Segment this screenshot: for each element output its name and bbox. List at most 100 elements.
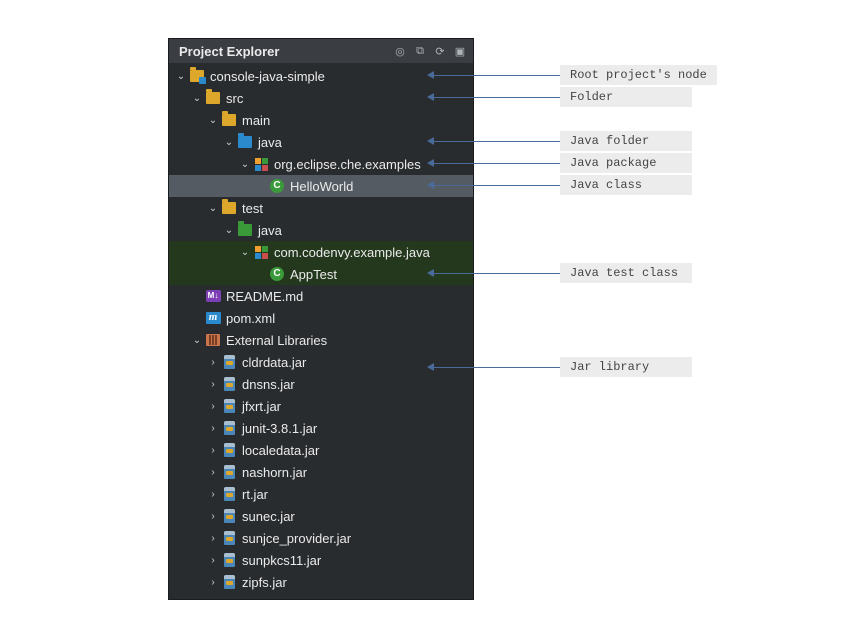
jar-icon (221, 376, 237, 392)
chevron-down-icon[interactable]: ⌄ (239, 159, 251, 170)
annotation-arrow-icon (427, 181, 434, 189)
tree-node-jar[interactable]: › junit-3.8.1.jar (169, 417, 473, 439)
annotation-label: Jar library (560, 357, 692, 377)
annotation-line (433, 163, 560, 164)
chevron-down-icon[interactable]: ⌄ (191, 335, 203, 346)
chevron-right-icon[interactable]: › (207, 401, 219, 412)
chevron-down-icon[interactable]: ⌄ (223, 137, 235, 148)
chevron-right-icon[interactable]: › (207, 379, 219, 390)
tree-label: README.md (226, 289, 303, 304)
tree-node-jar[interactable]: ›sunjce_provider.jar (169, 527, 473, 549)
annotation-arrow-icon (427, 71, 434, 79)
tree-node-pom[interactable]: m pom.xml (169, 307, 473, 329)
maven-icon: m (205, 310, 221, 326)
panel-title: Project Explorer (179, 44, 393, 59)
chevron-down-icon[interactable]: ⌄ (191, 93, 203, 104)
collapse-all-icon[interactable]: ⧉ (413, 44, 427, 58)
jar-icon (221, 442, 237, 458)
chevron-down-icon[interactable]: ⌄ (207, 115, 219, 126)
tree-label: test (242, 201, 263, 216)
jar-icon (221, 574, 237, 590)
annotation-line (433, 367, 560, 368)
chevron-right-icon[interactable]: › (207, 357, 219, 368)
package-icon (253, 156, 269, 172)
tree-node-jar[interactable]: › rt.jar (169, 483, 473, 505)
test-folder-icon (237, 222, 253, 238)
tree-node-external-libraries[interactable]: ⌄ External Libraries (169, 329, 473, 351)
tree-label: pom.xml (226, 311, 275, 326)
tree-label: cldrdata.jar (242, 355, 306, 370)
tree-label: jfxrt.jar (242, 399, 281, 414)
tree-label: rt.jar (242, 487, 268, 502)
tree-node-jar[interactable]: ›zipfs.jar (169, 571, 473, 593)
folder-icon (221, 112, 237, 128)
panel-header: Project Explorer ◎ ⧉ ⟳ ▣ (169, 39, 473, 63)
chevron-down-icon[interactable]: ⌄ (175, 71, 187, 82)
chevron-right-icon[interactable]: › (207, 489, 219, 500)
class-icon: C (269, 266, 285, 282)
chevron-down-icon[interactable]: ⌄ (223, 225, 235, 236)
annotation-arrow-icon (427, 269, 434, 277)
project-explorer-panel: Project Explorer ◎ ⧉ ⟳ ▣ ⌄ console-java-… (168, 38, 474, 600)
chevron-right-icon[interactable]: › (207, 423, 219, 434)
tree-node-jar[interactable]: › jfxrt.jar (169, 395, 473, 417)
tree-label: dnsns.jar (242, 377, 295, 392)
annotation-arrow-icon (427, 363, 434, 371)
tree-label: External Libraries (226, 333, 327, 348)
tree-label: sunec.jar (242, 509, 295, 524)
jar-icon (221, 398, 237, 414)
annotation-label: Java package (560, 153, 692, 173)
tree-node-main[interactable]: ⌄ main (169, 109, 473, 131)
project-folder-icon (189, 68, 205, 84)
maximize-icon[interactable]: ▣ (453, 44, 467, 58)
chevron-right-icon[interactable]: › (207, 467, 219, 478)
tree-label: console-java-simple (210, 69, 325, 84)
tree-label: junit-3.8.1.jar (242, 421, 317, 436)
tree-node-test-package[interactable]: ⌄ com.codenvy.example.java (169, 241, 473, 263)
tree-label: sunpkcs11.jar (242, 553, 321, 568)
java-folder-icon (237, 134, 253, 150)
tree-node-jar[interactable]: › sunec.jar (169, 505, 473, 527)
annotation-label: Folder (560, 87, 692, 107)
annotation-arrow-icon (427, 159, 434, 167)
annotation-label: Java class (560, 175, 692, 195)
annotation-line (433, 185, 560, 186)
folder-icon (221, 200, 237, 216)
tree-label: main (242, 113, 270, 128)
link-with-editor-icon[interactable]: ◎ (393, 44, 407, 58)
annotation-label: Java folder (560, 131, 692, 151)
chevron-down-icon[interactable]: ⌄ (207, 203, 219, 214)
annotation-arrow-icon (427, 137, 434, 145)
chevron-right-icon[interactable]: › (207, 511, 219, 522)
chevron-down-icon[interactable]: ⌄ (239, 247, 251, 258)
header-toolbar: ◎ ⧉ ⟳ ▣ (393, 44, 467, 58)
tree-node-jar[interactable]: › sunpkcs11.jar (169, 549, 473, 571)
annotation-line (433, 97, 560, 98)
folder-icon (205, 90, 221, 106)
jar-icon (221, 464, 237, 480)
markdown-icon: M↓ (205, 288, 221, 304)
annotation-label: Root project's node (560, 65, 717, 85)
chevron-right-icon[interactable]: › (207, 555, 219, 566)
chevron-right-icon[interactable]: › (207, 533, 219, 544)
annotation-line (433, 75, 560, 76)
annotation-label: Java test class (560, 263, 692, 283)
tree-node-test-java[interactable]: ⌄ java (169, 219, 473, 241)
chevron-right-icon[interactable]: › (207, 577, 219, 588)
annotation-arrow-icon (427, 93, 434, 101)
tree-node-readme[interactable]: M↓ README.md (169, 285, 473, 307)
tree-node-test[interactable]: ⌄ test (169, 197, 473, 219)
annotation-line (433, 141, 560, 142)
tree-node-jar[interactable]: ›nashorn.jar (169, 461, 473, 483)
tree-label: org.eclipse.che.examples (274, 157, 421, 172)
tree-label: java (258, 135, 282, 150)
tree-node-jar[interactable]: ›localedata.jar (169, 439, 473, 461)
tree-node-jar[interactable]: › dnsns.jar (169, 373, 473, 395)
refresh-icon[interactable]: ⟳ (433, 44, 447, 58)
library-icon (205, 332, 221, 348)
chevron-right-icon[interactable]: › (207, 445, 219, 456)
tree-label: src (226, 91, 243, 106)
jar-icon (221, 552, 237, 568)
tree-label: com.codenvy.example.java (274, 245, 430, 260)
tree-label: AppTest (290, 267, 337, 282)
